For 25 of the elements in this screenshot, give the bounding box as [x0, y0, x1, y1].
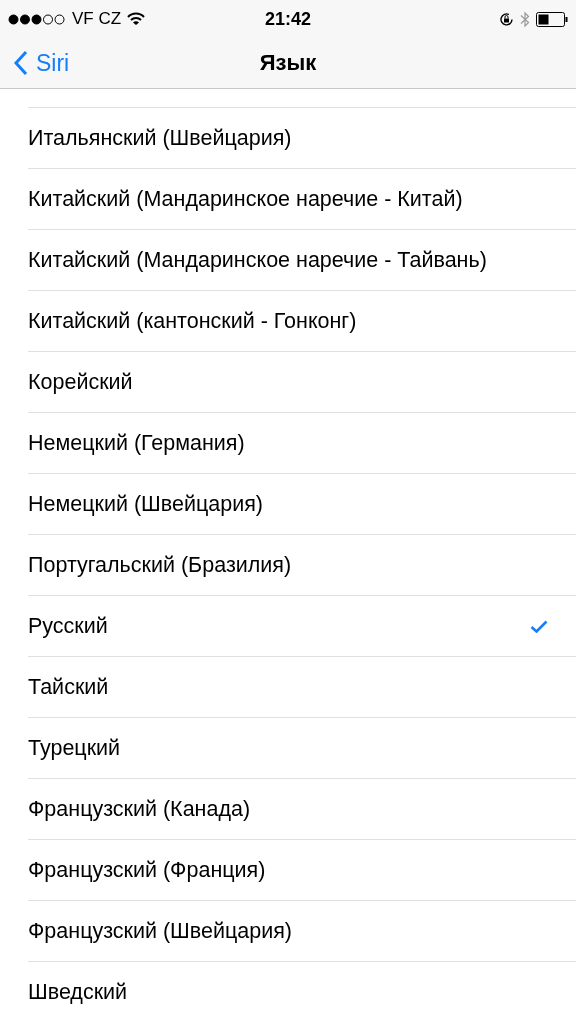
language-item[interactable]: Французский (Швейцария) — [28, 900, 576, 961]
clock-time: 21:42 — [264, 8, 311, 30]
language-item[interactable]: Тайский — [28, 656, 576, 717]
page-title: Язык — [259, 50, 317, 76]
language-item[interactable]: Немецкий (Германия) — [28, 412, 576, 473]
chevron-left-icon — [14, 50, 28, 76]
language-item[interactable]: Итальянский (Швейцария) — [28, 107, 576, 168]
language-item[interactable]: Китайский (Мандаринское наречие - Китай) — [28, 168, 576, 229]
language-item[interactable]: Турецкий — [28, 717, 576, 778]
language-item[interactable]: Немецкий (Швейцария) — [28, 473, 576, 534]
rotation-lock-icon — [499, 11, 514, 27]
language-item[interactable]: Китайский (Мандаринское наречие - Тайвань) — [28, 229, 576, 290]
language-item[interactable]: Французский (Канада) — [28, 778, 576, 839]
carrier-name: VF CZ — [72, 9, 122, 29]
battery-icon — [536, 11, 568, 27]
language-item[interactable]: Шведский — [28, 961, 576, 1022]
language-item[interactable]: Португальский (Бразилия) — [28, 534, 576, 595]
language-item[interactable]: Китайский (кантонский - Гонконг) — [28, 290, 576, 351]
wifi-icon — [127, 12, 146, 26]
back-button[interactable]: Siri — [0, 49, 84, 77]
bluetooth-icon — [520, 10, 530, 28]
signal-icon — [8, 13, 66, 25]
language-item[interactable]: Корейский — [28, 351, 576, 412]
language-item[interactable]: Французский (Франция) — [28, 839, 576, 900]
language-item[interactable]: Русский — [28, 595, 576, 656]
